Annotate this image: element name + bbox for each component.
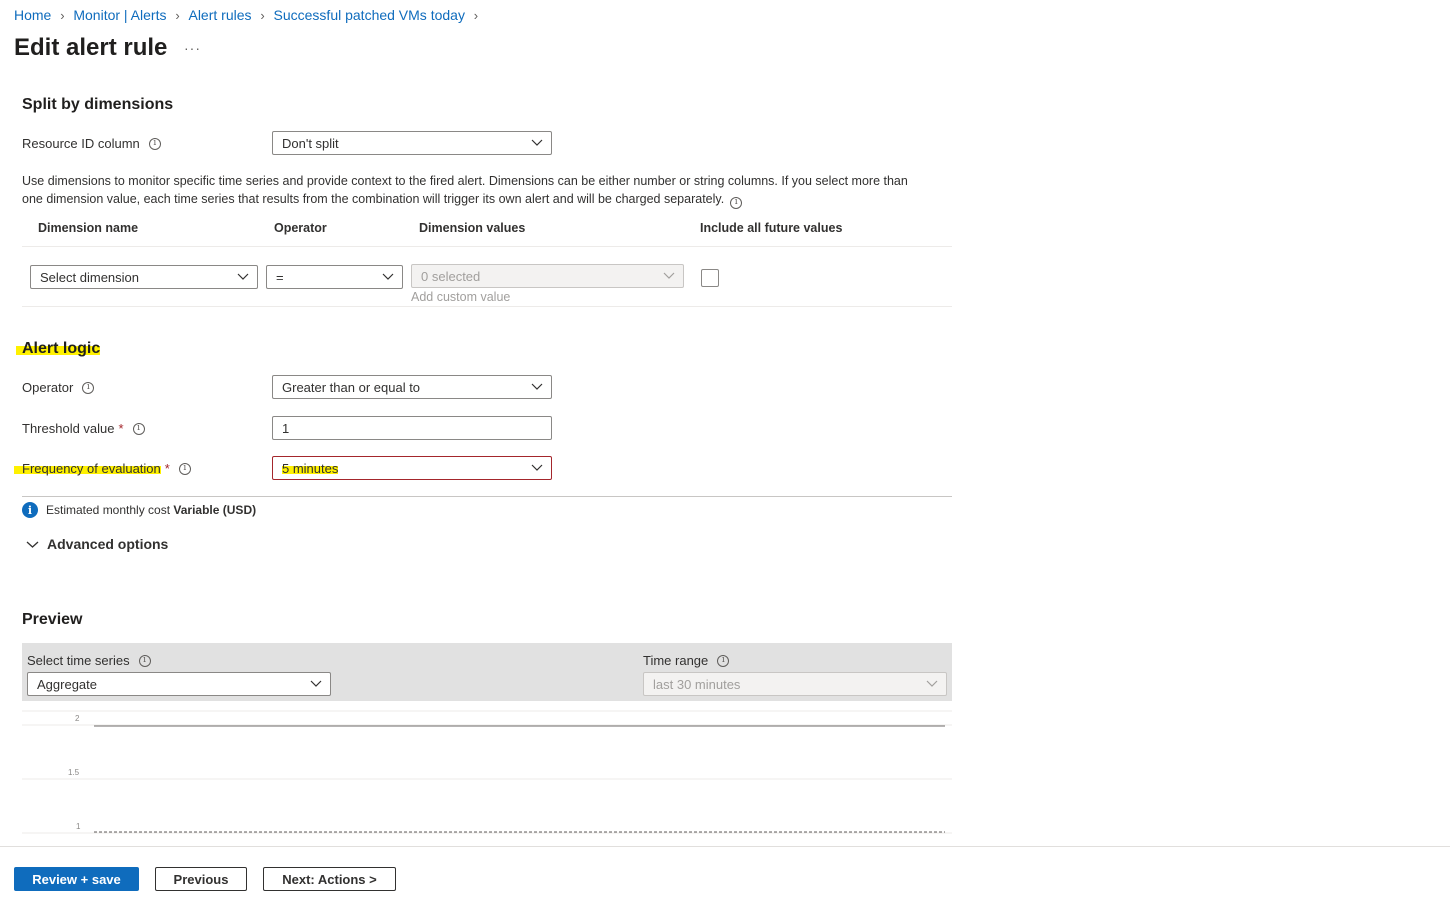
resource-id-dropdown[interactable]: Don't split bbox=[272, 131, 552, 155]
dimensions-description-text: Use dimensions to monitor specific time … bbox=[22, 174, 908, 206]
breadcrumb: Home › Monitor | Alerts › Alert rules › … bbox=[14, 7, 487, 23]
preview-chart: 2 1.5 1 bbox=[22, 710, 952, 840]
chevron-right-icon: › bbox=[175, 7, 180, 23]
dimension-name-dropdown[interactable]: Select dimension bbox=[30, 265, 258, 289]
estimated-cost-value: Variable (USD) bbox=[173, 503, 257, 517]
chevron-down-icon bbox=[237, 273, 249, 280]
operator-label-text: Operator bbox=[22, 380, 74, 395]
threshold-label: Threshold value * i bbox=[22, 421, 145, 436]
info-icon[interactable]: i bbox=[82, 381, 95, 394]
dimension-operator-value: = bbox=[276, 269, 284, 285]
threshold-value: 1 bbox=[282, 420, 290, 436]
series-label-text: Select time series bbox=[27, 653, 130, 668]
page-title: Edit alert rule bbox=[14, 34, 168, 61]
resource-id-label: Resource ID column i bbox=[22, 136, 161, 151]
split-section-title: Split by dimensions bbox=[22, 96, 174, 113]
advanced-options-label: Advanced options bbox=[47, 536, 169, 552]
review-save-button[interactable]: Review + save bbox=[14, 867, 139, 891]
required-mark: * bbox=[164, 461, 170, 476]
chevron-down-icon bbox=[382, 273, 394, 280]
more-options-button[interactable]: ··· bbox=[184, 40, 201, 56]
time-range-dropdown: last 30 minutes bbox=[643, 672, 947, 696]
col-operator: Operator bbox=[274, 221, 327, 235]
frequency-value: 5 minutes bbox=[282, 460, 339, 476]
operator-dropdown[interactable]: Greater than or equal to bbox=[272, 375, 552, 399]
y-tick-1-5: 1.5 bbox=[68, 768, 80, 777]
dimension-operator-dropdown[interactable]: = bbox=[266, 265, 403, 289]
operator-label: Operator i bbox=[22, 380, 95, 395]
chevron-down-icon bbox=[531, 464, 543, 471]
previous-button[interactable]: Previous bbox=[155, 867, 247, 891]
frequency-dropdown[interactable]: 5 minutes bbox=[272, 456, 552, 480]
advanced-options-toggle[interactable]: Advanced options bbox=[26, 536, 168, 552]
chevron-right-icon: › bbox=[60, 7, 65, 23]
info-icon[interactable]: i bbox=[132, 422, 145, 435]
breadcrumb-home[interactable]: Home bbox=[14, 7, 51, 23]
table-row-divider bbox=[22, 306, 952, 307]
frequency-label-text: Frequency of evaluation bbox=[14, 461, 161, 476]
dimension-values-dropdown: 0 selected bbox=[411, 264, 684, 288]
table-header-divider bbox=[22, 246, 952, 247]
time-series-dropdown[interactable]: Aggregate bbox=[27, 672, 331, 696]
add-custom-value: Add custom value bbox=[411, 290, 511, 304]
chevron-right-icon: › bbox=[260, 7, 265, 23]
chevron-down-icon bbox=[26, 541, 39, 548]
alert-logic-title: Alert logic bbox=[16, 340, 101, 358]
time-series-value: Aggregate bbox=[37, 676, 97, 692]
chevron-down-icon bbox=[531, 383, 543, 390]
threshold-label-text: Threshold value bbox=[22, 421, 115, 436]
estimated-cost-prefix: Estimated monthly cost bbox=[46, 503, 171, 517]
footer-divider bbox=[0, 846, 1450, 847]
logic-divider bbox=[22, 496, 952, 497]
dimension-values-value: 0 selected bbox=[421, 268, 481, 284]
col-dimension-name: Dimension name bbox=[38, 221, 139, 235]
chevron-down-icon bbox=[310, 680, 322, 687]
y-tick-1: 1 bbox=[76, 822, 81, 831]
info-icon[interactable]: i bbox=[730, 196, 743, 209]
resource-id-value: Don't split bbox=[282, 135, 339, 151]
breadcrumb-monitor-alerts[interactable]: Monitor | Alerts bbox=[73, 7, 166, 23]
info-filled-icon: i bbox=[22, 502, 38, 518]
required-mark: * bbox=[118, 421, 124, 436]
preview-chart-svg bbox=[22, 710, 952, 834]
info-icon[interactable]: i bbox=[178, 462, 191, 475]
info-icon[interactable]: i bbox=[138, 654, 151, 667]
col-dimension-values: Dimension values bbox=[419, 221, 526, 235]
operator-value: Greater than or equal to bbox=[282, 379, 421, 395]
chevron-down-icon bbox=[531, 139, 543, 146]
frequency-label: Frequency of evaluation * i bbox=[14, 461, 191, 476]
include-future-values-checkbox[interactable] bbox=[701, 269, 719, 287]
col-include-future: Include all future values bbox=[700, 221, 843, 235]
range-label: Time range i bbox=[643, 653, 730, 668]
preview-title: Preview bbox=[22, 611, 83, 628]
chevron-down-icon bbox=[926, 680, 938, 687]
dimensions-description: Use dimensions to monitor specific time … bbox=[22, 172, 932, 209]
range-label-text: Time range bbox=[643, 653, 709, 668]
chevron-right-icon: › bbox=[473, 7, 479, 23]
time-range-value: last 30 minutes bbox=[653, 676, 741, 692]
y-tick-2: 2 bbox=[75, 714, 80, 723]
breadcrumb-rule-name[interactable]: Successful patched VMs today bbox=[274, 7, 465, 23]
dimension-name-value: Select dimension bbox=[40, 269, 139, 285]
threshold-input[interactable]: 1 bbox=[272, 416, 552, 440]
breadcrumb-alert-rules[interactable]: Alert rules bbox=[188, 7, 251, 23]
alert-logic-title-text: Alert logic bbox=[16, 340, 101, 357]
next-actions-button[interactable]: Next: Actions > bbox=[263, 867, 396, 891]
series-label: Select time series i bbox=[27, 653, 151, 668]
info-icon[interactable]: i bbox=[148, 137, 161, 150]
resource-id-label-text: Resource ID column bbox=[22, 136, 140, 151]
info-icon[interactable]: i bbox=[717, 654, 730, 667]
chevron-down-icon bbox=[663, 272, 675, 279]
estimated-cost: Estimated monthly cost Variable (USD) bbox=[46, 503, 256, 517]
